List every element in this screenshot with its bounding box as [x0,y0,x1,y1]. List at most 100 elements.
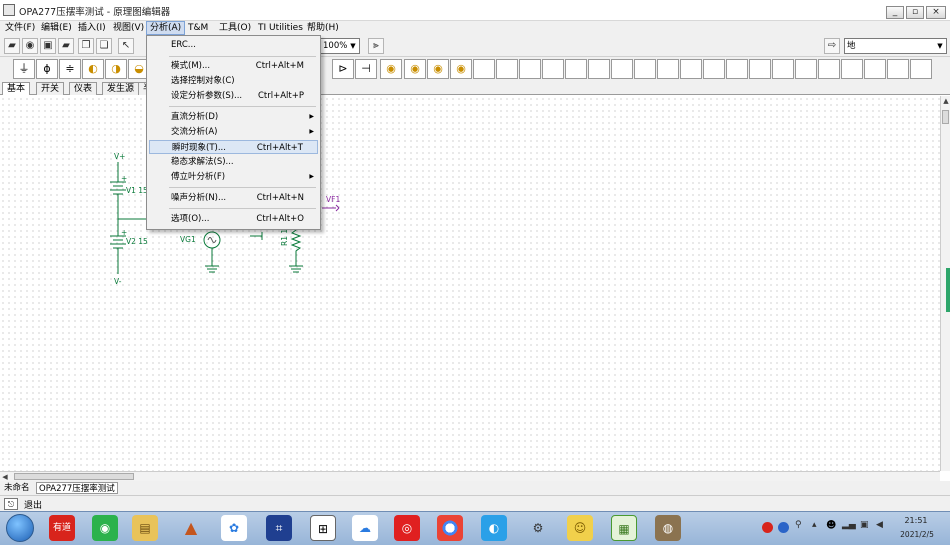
zoom-select[interactable]: 100% ▼ [320,38,360,54]
probe-icon[interactable]: ⫸ [368,38,384,54]
palette-slot[interactable] [703,59,725,79]
menu-insert[interactable]: 插入(I) [75,21,109,35]
schematic-canvas[interactable]: V+ + V1 15 + V2 15 V- VG1 VF1 R1 10 [0,96,940,471]
exit-icon[interactable]: ⎋ [4,498,18,510]
menu-view[interactable]: 视图(V) [110,21,147,35]
palette-slot[interactable] [542,59,564,79]
resistor-icon[interactable]: ϕ [36,59,58,79]
menu-item-transient[interactable]: 瞬时现象(T)... Ctrl+Alt+T [149,140,318,154]
meter-icon[interactable]: ◉ [380,59,402,79]
start-button[interactable] [6,514,34,542]
exit-label[interactable]: 退出 [24,498,42,511]
app-icon[interactable]: ◉ [92,515,118,541]
menu-item-set-params[interactable]: 设定分析参数(S)... Ctrl+Alt+P [149,89,318,103]
menu-file[interactable]: 文件(F) [2,21,38,35]
menu-item-select-control[interactable]: 选择控制对象(C) [149,74,318,88]
network-icon[interactable]: ▣ [860,520,869,530]
ground-icon[interactable]: ⏚ [13,59,35,79]
clock-date[interactable]: 2021/2/5 [892,530,942,539]
palette-slot[interactable] [726,59,748,79]
menu-item-erc[interactable]: ERC... [149,38,318,52]
menu-analysis[interactable]: 分析(A) [146,21,186,35]
menu-tools[interactable]: 工具(O) [216,21,254,35]
qq-icon[interactable]: ☻ [826,520,836,531]
voltage-source-icon[interactable]: ◐ [82,59,104,79]
scroll-thumb[interactable] [942,110,949,124]
menu-edit[interactable]: 编辑(E) [38,21,75,35]
open-icon[interactable]: ▰ [58,38,74,54]
palette-slot[interactable] [818,59,840,79]
search-icon[interactable]: ◉ [22,38,38,54]
horizontal-scrollbar[interactable]: ◀ [0,471,940,481]
palette-slot[interactable] [749,59,771,79]
copy-icon[interactable]: ❐ [78,38,94,54]
browser-icon[interactable]: ◐ [481,515,507,541]
diode-icon[interactable]: ⊣ [355,59,377,79]
menu-item-fourier[interactable]: 傅立叶分析(F) ▶ [149,170,318,184]
clock-time[interactable]: 21:51 [896,516,936,525]
opamp-icon[interactable]: ⊳ [332,59,354,79]
palette-slot[interactable] [657,59,679,79]
tab-sources[interactable]: 发生源 [102,82,140,95]
palette-slot[interactable] [565,59,587,79]
tray-icon[interactable]: ⚲ [795,520,802,530]
tab-untitled[interactable]: 未命名 [2,482,32,494]
palette-slot[interactable] [634,59,656,79]
capacitor-icon[interactable]: ≑ [59,59,81,79]
baidu-netdisk-icon[interactable]: ✿ [221,515,247,541]
paste-icon[interactable]: ❏ [96,38,112,54]
component-search-combo[interactable]: 地 ▼ [844,38,947,54]
palette-slot[interactable] [841,59,863,79]
palette-slot[interactable] [588,59,610,79]
tool-icon[interactable]: ⚙ [525,515,551,541]
chrome-icon[interactable] [437,515,463,541]
menu-help[interactable]: 帮助(H) [304,21,342,35]
tab-switches[interactable]: 开关 [36,82,65,95]
current-source-icon[interactable]: ◑ [105,59,127,79]
scroll-thumb[interactable] [14,473,134,480]
menu-item-noise[interactable]: 噪声分析(N)... Ctrl+Alt+N [149,191,318,205]
tina-ti-icon[interactable]: ⊞ [310,515,336,541]
tab-basic[interactable]: 基本 [2,82,31,95]
palette-slot[interactable] [680,59,702,79]
palette-slot[interactable] [887,59,909,79]
input-method-icon[interactable] [762,522,773,533]
menu-item-steady-state[interactable]: 稳态求解法(S)... [149,155,318,169]
place-component-icon[interactable]: ⇨ [824,38,840,54]
palette-slot[interactable] [496,59,518,79]
menu-tm[interactable]: T&M [185,21,211,35]
signal-icon[interactable]: ▂▄ [842,520,856,530]
music-icon[interactable]: ◎ [394,515,420,541]
folder-icon[interactable]: ▤ [132,515,158,541]
meter-icon[interactable]: ◉ [404,59,426,79]
palette-slot[interactable] [473,59,495,79]
menu-item-ac-analysis[interactable]: 交流分析(A) ▶ [149,125,318,139]
close-button[interactable]: × [926,6,946,19]
pointer-icon[interactable]: ↖ [118,38,134,54]
help-icon[interactable] [778,522,789,533]
palette-slot[interactable] [910,59,932,79]
minimize-button[interactable]: _ [886,6,904,19]
tab-opa277[interactable]: OPA277压摆率测试 [36,482,118,494]
notes-icon[interactable]: ▦ [611,515,637,541]
media-icon[interactable]: ◍ [655,515,681,541]
matlab-icon[interactable]: ▲ [178,515,204,541]
screen-capture-icon[interactable]: ⌗ [266,515,292,541]
meter-icon[interactable]: ◉ [450,59,472,79]
menu-ti-utilities[interactable]: TI Utilities [255,21,306,35]
palette-slot[interactable] [519,59,541,79]
meter-icon[interactable]: ◉ [427,59,449,79]
vertical-scrollbar[interactable]: ▲ [940,96,950,471]
menu-item-options[interactable]: 选项(O)... Ctrl+Alt+O [149,212,318,226]
chat-icon[interactable]: ☺ [567,515,593,541]
menu-item-dc-analysis[interactable]: 直流分析(D) ▶ [149,110,318,124]
tab-meters[interactable]: 仪表 [69,82,98,95]
cloud-icon[interactable]: ☁ [352,515,378,541]
palette-slot[interactable] [611,59,633,79]
tray-icon[interactable]: ▴ [812,520,817,530]
palette-slot[interactable] [772,59,794,79]
open-folder-icon[interactable]: ▰ [4,38,20,54]
volume-icon[interactable]: ◀ [876,520,883,530]
menu-item-mode[interactable]: 模式(M)... Ctrl+Alt+M [149,59,318,73]
palette-slot[interactable] [864,59,886,79]
